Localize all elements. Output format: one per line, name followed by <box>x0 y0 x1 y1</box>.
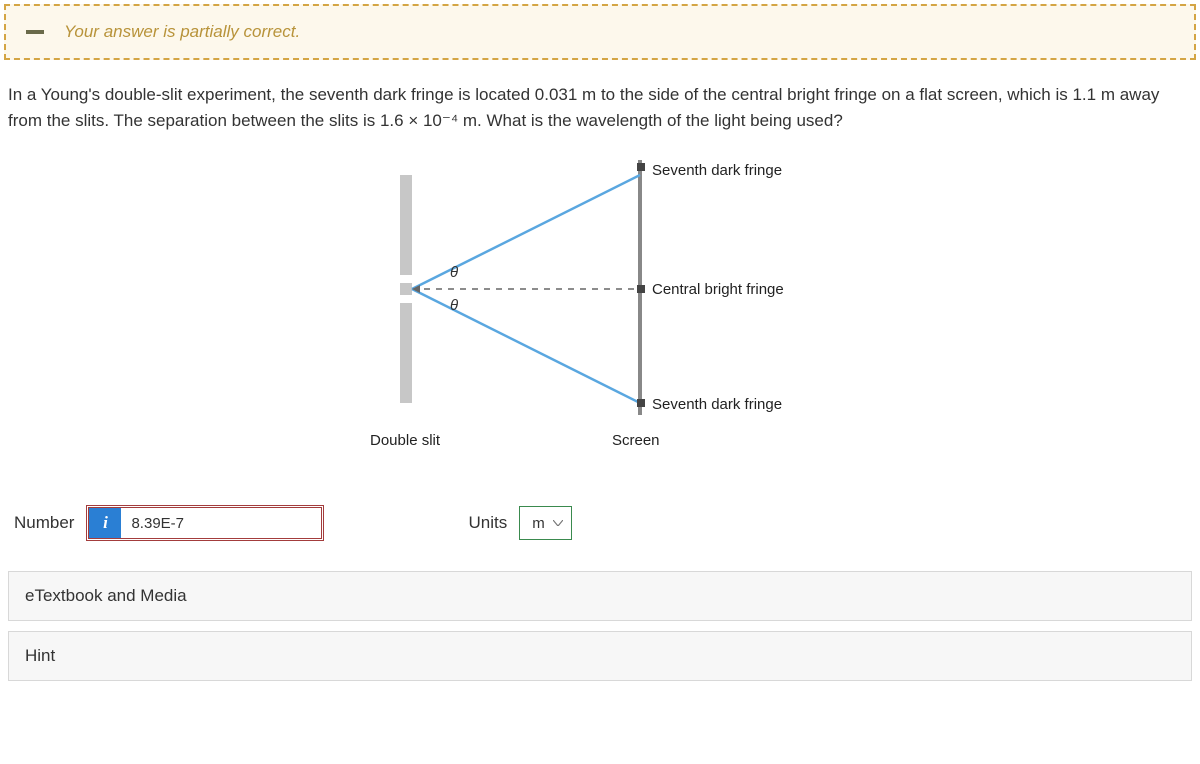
number-input-wrap: i <box>86 505 324 541</box>
answer-row: Number i Units m <box>4 495 1196 571</box>
slit-label: Double slit <box>370 432 441 449</box>
etextbook-accordion[interactable]: eTextbook and Media <box>8 571 1192 621</box>
bottom-fringe-label: Seventh dark fringe <box>652 396 782 413</box>
minus-icon <box>26 30 44 34</box>
question-text: In a Young's double-slit experiment, the… <box>4 60 1196 145</box>
diagram: θ θ Seventh dark fringe Central bright f… <box>4 145 1196 495</box>
theta-bottom-label: θ <box>450 297 458 314</box>
units-select[interactable]: m <box>519 506 572 540</box>
hint-accordion[interactable]: Hint <box>8 631 1192 681</box>
center-fringe-label: Central bright fringe <box>652 281 784 298</box>
feedback-text: Your answer is partially correct. <box>64 22 300 42</box>
top-fringe-label: Seventh dark fringe <box>652 162 782 179</box>
units-label: Units <box>468 513 507 533</box>
screen-label: Screen <box>612 432 660 449</box>
theta-top-label: θ <box>450 264 458 281</box>
number-label: Number <box>14 513 74 533</box>
info-icon[interactable]: i <box>89 508 121 538</box>
feedback-banner: Your answer is partially correct. <box>4 4 1196 60</box>
double-slit-diagram: θ θ Seventh dark fringe Central bright f… <box>350 155 850 465</box>
number-input[interactable] <box>121 508 321 538</box>
